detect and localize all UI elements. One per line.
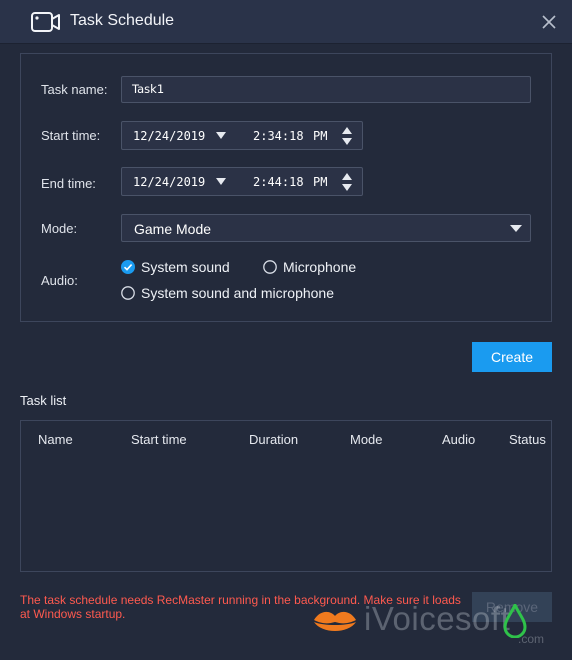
title-bar: Task Schedule [0, 0, 572, 44]
column-header-mode[interactable]: Mode [350, 432, 383, 447]
task-name-label: Task name: [41, 82, 108, 97]
end-time-value[interactable]: 2:44:18 [253, 175, 304, 189]
spinner-icon[interactable] [342, 127, 352, 145]
watermark-suffix: .com [518, 632, 545, 646]
audio-label: Audio: [41, 273, 78, 288]
task-name-input[interactable]: Task1 [121, 76, 531, 103]
window-title: Task Schedule [70, 12, 175, 29]
checkbox-checked-icon[interactable] [121, 260, 135, 274]
end-ampm-value[interactable]: PM [313, 175, 327, 189]
create-button[interactable]: Create [472, 342, 552, 372]
caret-down-icon[interactable] [216, 178, 226, 185]
mode-selected-value: Game Mode [134, 221, 212, 237]
camera-icon [31, 12, 60, 32]
end-time-label: End time: [41, 176, 96, 191]
column-header-audio[interactable]: Audio [442, 432, 475, 447]
lips-logo-icon [314, 611, 356, 631]
task-list-table[interactable]: Name Start time Duration Mode Audio Stat… [20, 420, 552, 572]
chevron-down-icon [510, 225, 522, 232]
audio-option-label: System sound and microphone [141, 285, 334, 301]
start-date-value[interactable]: 12/24/2019 [133, 129, 205, 143]
audio-option-label: Microphone [283, 259, 357, 275]
start-datetime-picker[interactable]: 12/24/2019 2:34:18 PM [121, 121, 363, 150]
column-header-duration[interactable]: Duration [249, 432, 298, 447]
close-icon[interactable] [539, 12, 559, 32]
column-header-name[interactable]: Name [38, 432, 73, 447]
start-ampm-value[interactable]: PM [313, 129, 327, 143]
watermark-text: iVoicesoft [364, 600, 511, 637]
radio-empty-icon[interactable] [263, 260, 277, 274]
start-time-label: Start time: [41, 128, 101, 143]
column-header-status[interactable]: Status [509, 432, 546, 447]
mode-label: Mode: [41, 221, 78, 236]
radio-empty-icon[interactable] [121, 286, 135, 300]
end-datetime-picker[interactable]: 12/24/2019 2:44:18 PM [121, 167, 363, 196]
audio-option-label: System sound [141, 259, 230, 275]
end-date-value[interactable]: 12/24/2019 [133, 175, 205, 189]
caret-down-icon[interactable] [216, 132, 226, 139]
spinner-icon[interactable] [342, 173, 352, 191]
start-time-value[interactable]: 2:34:18 [253, 129, 304, 143]
watermark: iVoicesoft .com [312, 598, 562, 650]
task-list-title: Task list [20, 393, 67, 408]
mode-select[interactable]: Game Mode [121, 214, 531, 242]
column-header-start-time[interactable]: Start time [131, 432, 187, 447]
